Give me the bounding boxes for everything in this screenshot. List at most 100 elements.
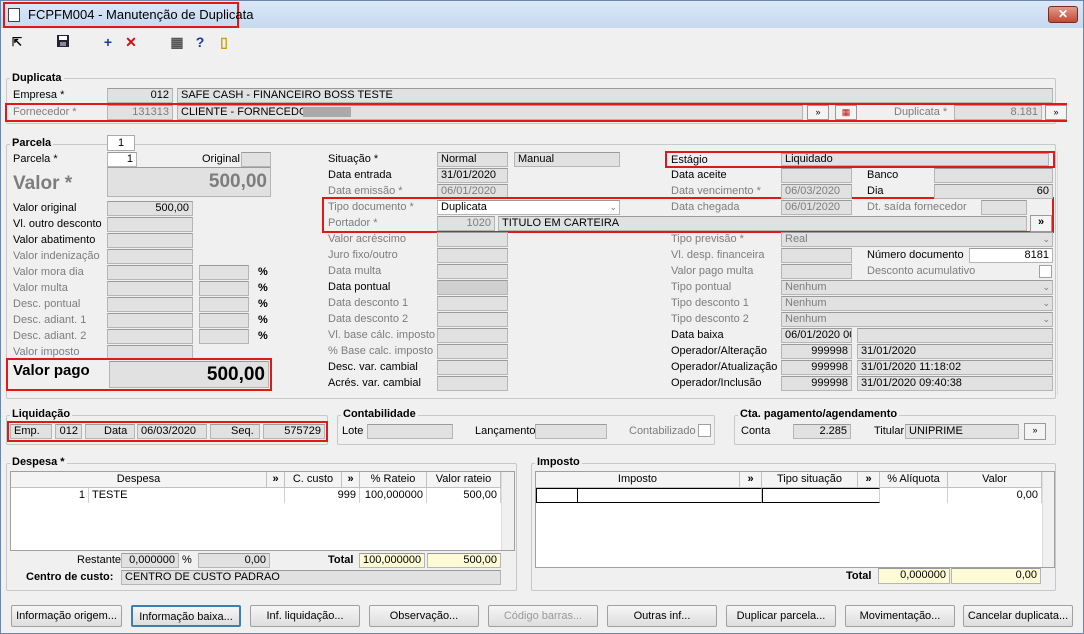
imposto-valor-col-header[interactable]: Valor xyxy=(948,472,1042,488)
ccusto-col-lookup[interactable]: » xyxy=(342,472,360,488)
ccusto-col-header[interactable]: C. custo xyxy=(285,472,342,488)
indenizacao-field[interactable] xyxy=(107,249,193,264)
lote-field[interactable] xyxy=(367,424,453,439)
acrescimo-field[interactable] xyxy=(437,232,508,247)
door-icon[interactable]: ▯ xyxy=(216,34,232,50)
desconto-acumulativo-checkbox[interactable] xyxy=(1039,265,1052,278)
valor-rateio-col-header[interactable]: Valor rateio xyxy=(427,472,501,488)
portador-lookup-button[interactable]: » xyxy=(1030,215,1052,232)
despesa-scrollbar[interactable] xyxy=(501,472,514,550)
emp-field[interactable]: 012 xyxy=(55,424,82,439)
op-inclusao-code[interactable]: 999998 xyxy=(781,376,852,391)
calendar-icon[interactable]: ▦ xyxy=(835,105,857,120)
imposto-col-header[interactable]: Imposto xyxy=(536,472,740,488)
portador-code[interactable]: 1020 xyxy=(437,216,495,231)
tipo-desconto1-select[interactable]: Nenhum ⌄ xyxy=(781,296,1053,311)
vl-pago-multa-field[interactable] xyxy=(781,264,852,279)
informacao-baixa-button[interactable]: Informação baixa... xyxy=(131,605,241,627)
duplicar-parcela-button[interactable]: Duplicar parcela... xyxy=(726,605,836,627)
estagio-field[interactable]: Liquidado xyxy=(781,153,1049,166)
imposto-grid[interactable]: Imposto » Tipo situação » % Alíquota Val… xyxy=(535,471,1055,568)
tipo-pontual-select[interactable]: Nenhum ⌄ xyxy=(781,280,1053,295)
titular-lookup-button[interactable]: » xyxy=(1024,423,1046,440)
duplicata-value[interactable]: 8.181 xyxy=(954,105,1042,120)
valor-field[interactable]: 500,00 xyxy=(107,167,271,197)
desc-var-field[interactable] xyxy=(437,360,508,375)
desc-pontual-field[interactable] xyxy=(107,297,193,312)
data-entrada-field[interactable]: 31/01/2020 xyxy=(437,168,508,183)
fornecedor-code[interactable]: 131313 xyxy=(107,105,173,120)
dt-saida-field[interactable] xyxy=(981,200,1027,215)
vl-desp-field[interactable] xyxy=(781,248,852,263)
duplicata-lookup-button[interactable]: » xyxy=(1045,105,1067,120)
mora-field[interactable] xyxy=(107,265,193,280)
close-button[interactable]: ✕ xyxy=(1048,6,1078,23)
fornecedor-lookup-button[interactable]: » xyxy=(807,105,829,120)
tipo-documento-select[interactable]: Duplicata ⌄ xyxy=(437,200,620,215)
tipo-situacao-col-header[interactable]: Tipo situação xyxy=(762,472,858,488)
mora-pct-field[interactable] xyxy=(199,265,249,280)
parcela-field[interactable]: 1 xyxy=(107,152,137,167)
valor-pago-field[interactable]: 500,00 xyxy=(109,361,269,388)
desc-adiant1-pct-field[interactable] xyxy=(199,313,249,328)
op-atualizacao-code[interactable]: 999998 xyxy=(781,360,852,375)
data-aceite-field[interactable] xyxy=(781,168,852,183)
exit-icon[interactable]: ⇱ xyxy=(9,34,25,50)
op-alteracao-code[interactable]: 999998 xyxy=(781,344,852,359)
multa-pct-field[interactable] xyxy=(199,281,249,296)
data-chegada-field[interactable]: 06/01/2020 xyxy=(781,200,852,215)
desc-adiant1-field[interactable] xyxy=(107,313,193,328)
save-icon[interactable] xyxy=(55,34,71,50)
multa-field[interactable] xyxy=(107,281,193,296)
data-baixa-field[interactable]: 06/01/2020 00 xyxy=(781,328,852,343)
data-vencimento-field[interactable]: 06/03/2020 xyxy=(781,184,852,199)
data-multa-field[interactable] xyxy=(437,264,508,279)
codigo-barras-button[interactable]: Código barras... xyxy=(488,605,598,627)
despesa-col-header[interactable]: Despesa xyxy=(11,472,267,488)
desc-adiant2-pct-field[interactable] xyxy=(199,329,249,344)
outro-desconto-field[interactable] xyxy=(107,217,193,232)
outras-inf-button[interactable]: Outras inf... xyxy=(607,605,717,627)
pct-base-field[interactable] xyxy=(437,344,508,359)
vl-base-field[interactable] xyxy=(437,328,508,343)
imposto-scrollbar[interactable] xyxy=(1042,472,1054,567)
aliquota-col-header[interactable]: % Alíquota xyxy=(880,472,948,488)
cancelar-duplicata-button[interactable]: Cancelar duplicata... xyxy=(963,605,1073,627)
data-desconto2-field[interactable] xyxy=(437,312,508,327)
juro-field[interactable] xyxy=(437,248,508,263)
parcela-tab[interactable]: 1 xyxy=(107,135,135,151)
despesa-col-lookup[interactable]: » xyxy=(267,472,285,488)
conta-field[interactable]: 2.285 xyxy=(793,424,851,439)
valor-original-field[interactable]: 500,00 xyxy=(107,201,193,216)
parcela-scrollbar[interactable] xyxy=(1057,151,1071,395)
num-documento-field[interactable]: 8181 xyxy=(969,248,1053,263)
informacao-origem-button[interactable]: Informação origem... xyxy=(11,605,122,627)
add-icon[interactable]: + xyxy=(100,34,116,50)
tipo-previsao-select[interactable]: Real ⌄ xyxy=(781,232,1053,247)
inf-liquidacao-button[interactable]: Inf. liquidação... xyxy=(250,605,360,627)
rateio-col-header[interactable]: % Rateio xyxy=(360,472,427,488)
situacao-tipo-field[interactable]: Manual xyxy=(514,152,620,167)
lancamento-field[interactable] xyxy=(535,424,607,439)
observacao-button[interactable]: Observação... xyxy=(369,605,479,627)
data-pontual-field[interactable] xyxy=(437,280,508,295)
movimentacao-button[interactable]: Movimentação... xyxy=(845,605,955,627)
data-desconto1-field[interactable] xyxy=(437,296,508,311)
desc-pontual-pct-field[interactable] xyxy=(199,297,249,312)
data-liq-field[interactable]: 06/03/2020 xyxy=(137,424,207,439)
original-field[interactable] xyxy=(241,152,271,167)
despesa-grid[interactable]: Despesa » C. custo » % Rateio Valor rate… xyxy=(10,471,515,551)
calculator-icon[interactable]: ▦ xyxy=(169,34,185,50)
contabilizado-checkbox[interactable] xyxy=(698,424,711,437)
tipo-situacao-col-lookup[interactable]: » xyxy=(858,472,880,488)
desc-adiant2-field[interactable] xyxy=(107,329,193,344)
banco-field[interactable] xyxy=(934,168,1053,183)
tipo-desconto2-select[interactable]: Nenhum ⌄ xyxy=(781,312,1053,327)
delete-icon[interactable]: ✕ xyxy=(123,34,139,50)
abatimento-field[interactable] xyxy=(107,233,193,248)
dia-field[interactable]: 60 xyxy=(934,184,1053,199)
seq-field[interactable]: 575729 xyxy=(263,424,325,439)
imposto-col-lookup[interactable]: » xyxy=(740,472,762,488)
help-icon[interactable]: ? xyxy=(192,34,208,50)
acres-var-field[interactable] xyxy=(437,376,508,391)
